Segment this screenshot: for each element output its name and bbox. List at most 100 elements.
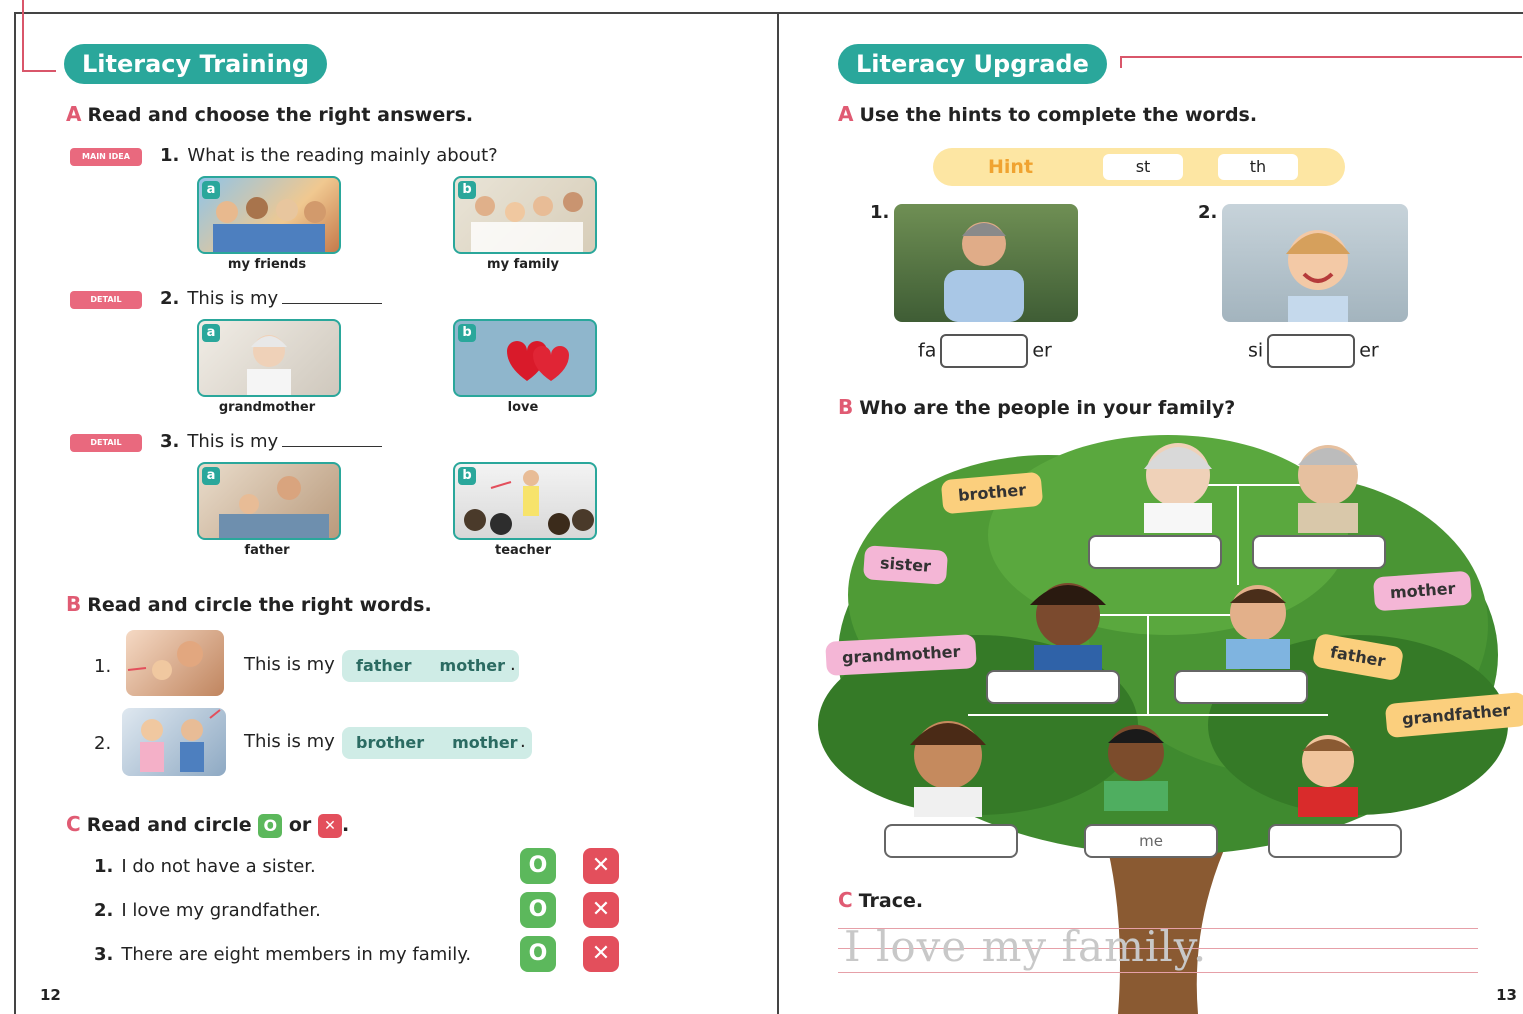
trace-text[interactable]: I love my family. xyxy=(844,922,1207,971)
b-item-2-choices: brother mother xyxy=(342,727,532,759)
photo-b1-mother-child xyxy=(126,630,224,696)
photo-grandmother[interactable]: a xyxy=(197,319,341,397)
a-item-1-number: 1. xyxy=(870,202,890,223)
photo-friends[interactable]: a xyxy=(197,176,341,254)
b-item-1-choices: father mother xyxy=(342,650,519,682)
hint-label: Hint xyxy=(988,156,1034,178)
section-letter: B xyxy=(66,592,82,616)
instruction-text: Use the hints to complete the words. xyxy=(859,104,1258,126)
trace-guide-base xyxy=(838,972,1478,973)
siblings-illustration xyxy=(140,709,221,772)
tree-box-grandfather[interactable] xyxy=(1252,535,1386,569)
page-number-left: 12 xyxy=(40,986,61,1004)
answer-blank[interactable] xyxy=(282,446,383,447)
section-header-literacy-training: Literacy Training xyxy=(64,44,328,84)
choice-mother[interactable]: mother xyxy=(426,650,519,682)
section-letter: A xyxy=(838,102,854,126)
section-c-instruction: C Read and circle O or ✕. xyxy=(66,812,349,838)
father-man-illustration xyxy=(944,222,1024,322)
caption-grandmother: grandmother xyxy=(218,400,316,415)
section-letter: A xyxy=(66,102,82,126)
b-item-2-number: 2. xyxy=(94,733,112,754)
page-right: Literacy Upgrade A Use the hints to compl… xyxy=(778,0,1523,1014)
c-statement-2: 2. I love my grandfather. xyxy=(94,900,321,921)
label-mother[interactable]: mother xyxy=(1372,570,1473,612)
hint-st: st xyxy=(1103,154,1183,180)
word-input-box[interactable] xyxy=(1267,334,1356,368)
caption-teacher: teacher xyxy=(495,543,551,558)
b-item-2-text: This is my xyxy=(244,731,335,752)
option-a-badge: a xyxy=(202,181,220,199)
choice-mother[interactable]: mother xyxy=(438,727,531,759)
word-suffix: er xyxy=(1359,339,1379,362)
friends-illustration xyxy=(213,197,326,252)
tree-box-mother[interactable] xyxy=(986,670,1120,704)
word-prefix: si xyxy=(1248,339,1264,362)
question-number: 1. xyxy=(160,145,180,166)
tree-box-me: me xyxy=(1084,824,1218,858)
o-icon: O xyxy=(258,813,283,838)
x-icon: ✕ xyxy=(317,813,342,838)
a-item-2-number: 2. xyxy=(1198,202,1218,223)
c-statement-1: 1. I do not have a sister. xyxy=(94,856,316,877)
question-text: What is the reading mainly about? xyxy=(187,145,498,166)
instruction-text: Read and circle the right words. xyxy=(87,594,432,616)
statement-text: I love my grandfather. xyxy=(121,900,321,921)
section-b-instruction: B Who are the people in your family? xyxy=(838,395,1235,419)
section-header-literacy-upgrade: Literacy Upgrade xyxy=(838,44,1107,84)
o-button[interactable]: O xyxy=(520,936,556,972)
photo-family[interactable]: b xyxy=(453,176,597,254)
option-a-badge: a xyxy=(202,467,220,485)
a-word-2: si er xyxy=(1248,334,1379,368)
page-left: Literacy Training A Read and choose the r… xyxy=(0,0,778,1014)
statement-number: 2. xyxy=(94,900,114,921)
caption-my-friends: my friends xyxy=(227,257,307,272)
tree-box-sister[interactable] xyxy=(884,824,1018,858)
b-item-1-text: This is my xyxy=(244,654,335,675)
word-suffix: er xyxy=(1032,339,1052,362)
detail-tag: DETAIL xyxy=(70,291,142,309)
o-button[interactable]: O xyxy=(520,848,556,884)
section-letter: B xyxy=(838,395,854,419)
word-input-box[interactable] xyxy=(940,334,1029,368)
section-letter: C xyxy=(66,812,81,836)
c-statement-3: 3. There are eight members in my family. xyxy=(94,944,471,965)
teacher-illustration xyxy=(464,470,594,535)
label-sister[interactable]: sister xyxy=(862,545,949,585)
question-3: 3. This is my xyxy=(160,431,383,452)
choice-father[interactable]: father xyxy=(342,650,426,682)
father-illustration xyxy=(219,476,329,538)
section-a-instruction: A Read and choose the right answers. xyxy=(66,102,473,126)
section-a-instruction: A Use the hints to complete the words. xyxy=(838,102,1257,126)
instruction-text: Read and circle xyxy=(86,814,252,836)
x-button[interactable]: ✕ xyxy=(583,848,619,884)
question-number: 2. xyxy=(160,288,180,309)
instruction-or: or xyxy=(288,814,312,836)
caption-my-family: my family xyxy=(487,257,559,272)
x-button[interactable]: ✕ xyxy=(583,892,619,928)
answer-blank[interactable] xyxy=(282,303,383,304)
photo-teacher[interactable]: b xyxy=(453,462,597,540)
sister-girl-illustration xyxy=(1286,230,1350,322)
b-item-1-number: 1. xyxy=(94,656,112,677)
grandmother-illustration xyxy=(247,335,291,395)
header-bracket xyxy=(1120,56,1522,68)
page-number-right: 13 xyxy=(1496,986,1517,1004)
x-button[interactable]: ✕ xyxy=(583,936,619,972)
b-item-1-end: . xyxy=(510,654,516,675)
word-prefix: fa xyxy=(918,339,937,362)
tree-box-father[interactable] xyxy=(1174,670,1308,704)
tree-box-grandmother[interactable] xyxy=(1088,535,1222,569)
photo-love[interactable]: b xyxy=(453,319,597,397)
statement-text: I do not have a sister. xyxy=(121,856,316,877)
question-2: 2. This is my xyxy=(160,288,383,309)
caption-love: love xyxy=(507,400,539,415)
instruction-text: Who are the people in your family? xyxy=(859,397,1236,419)
photo-father-man xyxy=(894,204,1078,322)
tree-box-brother[interactable] xyxy=(1268,824,1402,858)
choice-brother[interactable]: brother xyxy=(342,727,438,759)
photo-father[interactable]: a xyxy=(197,462,341,540)
o-button[interactable]: O xyxy=(520,892,556,928)
option-b-badge: b xyxy=(458,324,476,342)
instruction-end: . xyxy=(341,814,350,836)
